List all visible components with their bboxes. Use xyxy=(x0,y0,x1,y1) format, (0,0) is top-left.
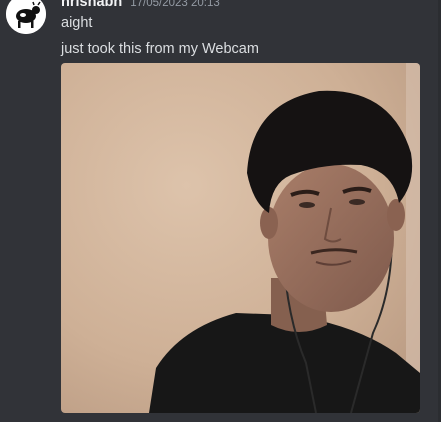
cow-avatar-icon xyxy=(6,0,46,34)
image-attachment[interactable] xyxy=(61,63,420,413)
message-header: hrishabh 17/05/2023 20:13 xyxy=(61,0,220,12)
message-text: aight xyxy=(61,15,93,31)
chat-window: { "message": { "username": "hrishabh", "… xyxy=(0,0,441,422)
username[interactable]: hrishabh xyxy=(61,0,122,10)
message-text: just took this from my Webcam xyxy=(61,41,259,57)
webcam-photo xyxy=(61,63,420,413)
message-timestamp: 17/05/2023 20:13 xyxy=(130,0,220,9)
user-avatar[interactable] xyxy=(6,0,46,34)
